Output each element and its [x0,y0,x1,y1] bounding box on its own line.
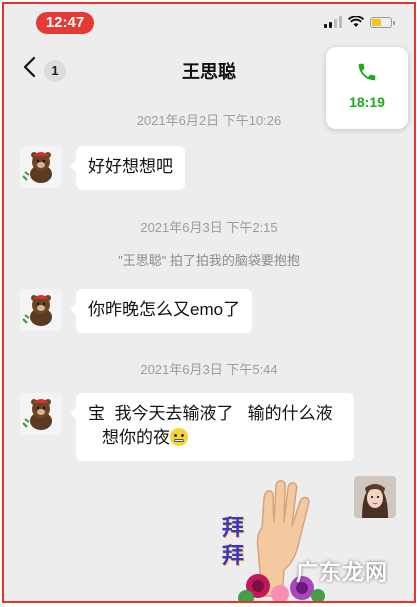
my-avatar[interactable] [354,476,396,518]
bear-avatar-icon [22,295,52,326]
call-duration: 18:19 [349,94,385,110]
girl-avatar-icon [354,476,396,518]
message-bubble[interactable]: 好好想想吧 [70,146,185,190]
timestamp: 2021年6月3日 下午2:15 [140,220,278,235]
message-line-text: 想你的夜 [102,428,170,447]
chat-screen: 12:47 1 王思聪 18:19 2021年6月2日 下午10:26 好好想想… [2,2,416,603]
pat-system-message: "王思聪" 拍了拍我的脑袋要抱抱 [118,253,300,268]
sticker-text-2: 拜 [222,543,245,568]
message-bubble[interactable]: 宝 我今天去输液了 输的什么液 想你的夜 [70,393,354,461]
battery-icon [370,16,395,28]
contact-avatar[interactable] [20,146,62,188]
status-icons [324,15,395,29]
message-line: 宝 我今天去输液了 输的什么液 [88,404,333,423]
signal-icon [324,16,342,28]
message-bubble[interactable]: 你昨晚怎么又emo了 [69,289,253,333]
status-time: 12:47 [36,12,94,34]
phone-icon [358,63,376,81]
bear-avatar-icon [22,399,52,430]
message-line-2: 想你的夜 [88,426,342,450]
bear-avatar-icon [22,152,52,183]
timestamp: 2021年6月2日 下午10:26 [136,113,282,128]
status-bar: 12:47 [4,4,414,40]
timestamp: 2021年6月3日 下午5:44 [140,362,278,377]
wifi-icon [348,16,364,27]
watermark: 广东龙网 [295,560,388,585]
contact-avatar[interactable] [20,289,62,331]
grimace-emoji-icon [170,428,188,446]
contact-avatar[interactable] [20,393,62,435]
